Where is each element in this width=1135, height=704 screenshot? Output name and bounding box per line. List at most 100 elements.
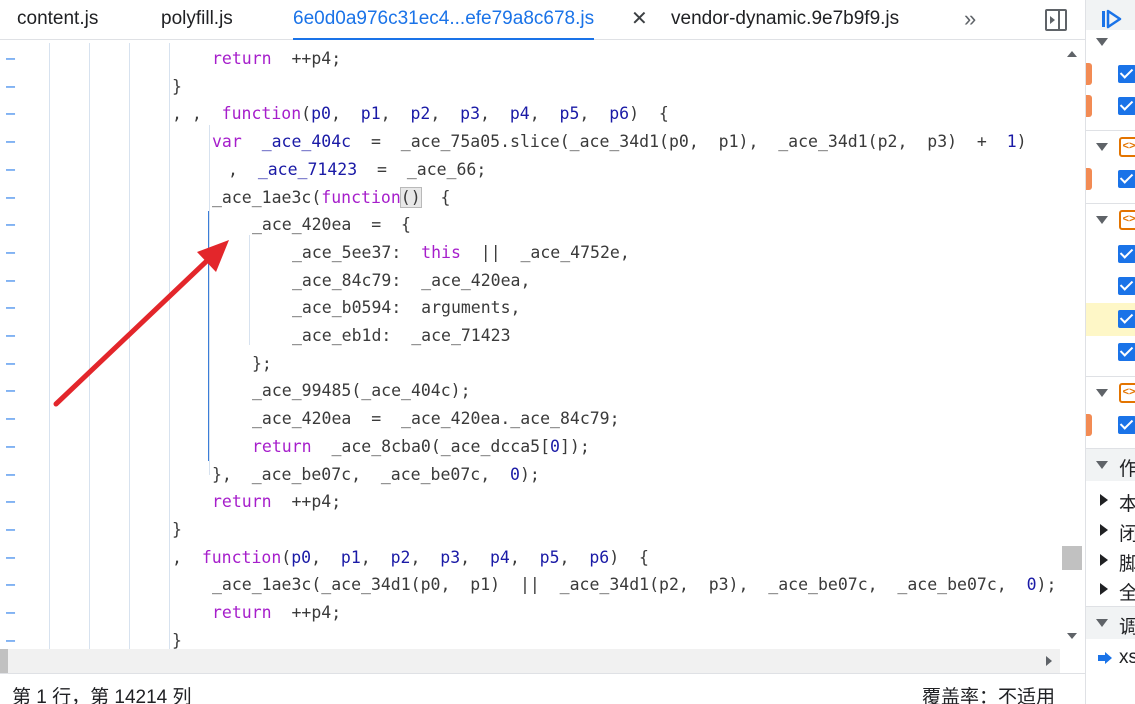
scope-item[interactable]: 全 — [1086, 574, 1135, 604]
code-line[interactable]: – return ++p4; — [0, 599, 1060, 626]
code-line[interactable]: – return _ace_8cba0(_ace_dcca5[0]); — [0, 433, 1060, 460]
line-gutter-marker[interactable]: – — [6, 322, 15, 349]
breakpoint-row[interactable] — [1086, 409, 1135, 442]
tab-content-js[interactable]: content.js — [17, 0, 98, 40]
tab-active-script[interactable]: 6e0d0a976c31ec4...efe79a8c678.js — [293, 0, 595, 40]
line-gutter-marker[interactable]: – — [6, 377, 15, 404]
line-gutter-marker[interactable]: – — [6, 571, 15, 598]
line-gutter-marker[interactable]: – — [6, 294, 15, 321]
line-gutter-marker[interactable]: – — [6, 267, 15, 294]
breakpoint-checkbox[interactable] — [1118, 170, 1135, 188]
code-line[interactable]: – return ++p4; — [0, 45, 1060, 72]
line-gutter-marker[interactable]: – — [6, 73, 15, 100]
breakpoint-checkbox[interactable] — [1118, 65, 1135, 83]
code-line[interactable]: – _ace_eb1d: _ace_71423 — [0, 322, 1060, 349]
cursor-position[interactable]: 第 1 行，第 14214 列 — [12, 682, 192, 704]
code-line[interactable]: –} — [0, 516, 1060, 543]
vertical-scroll-thumb[interactable] — [1062, 546, 1082, 570]
line-gutter-marker[interactable]: – — [6, 239, 15, 266]
code-line[interactable]: – _ace_84c79: _ace_420ea, — [0, 267, 1060, 294]
line-gutter-marker[interactable]: – — [6, 156, 15, 183]
breakpoint-row[interactable] — [1086, 238, 1135, 271]
code-line[interactable]: – return ++p4; — [0, 488, 1060, 515]
line-gutter-marker[interactable]: – — [6, 128, 15, 155]
expand-triangle-icon[interactable] — [1100, 494, 1108, 506]
scroll-down-arrow-icon[interactable] — [1067, 633, 1077, 639]
breakpoint-checkbox[interactable] — [1118, 97, 1135, 115]
code-line[interactable]: – _ace_b0594: arguments, — [0, 294, 1060, 321]
breakpoint-row[interactable] — [1086, 163, 1135, 196]
collapse-triangle-icon[interactable] — [1096, 619, 1108, 627]
code-line[interactable]: –}, _ace_be07c, _ace_be07c, 0); — [0, 461, 1060, 488]
code-line[interactable]: –, function(p0, p1, p2, p3, p4, p5, p6) … — [0, 544, 1060, 571]
line-gutter-marker[interactable]: – — [6, 433, 15, 460]
breakpoint-row[interactable] — [1086, 90, 1135, 123]
expand-triangle-icon[interactable] — [1100, 554, 1108, 566]
expand-triangle-icon[interactable] — [1096, 389, 1108, 397]
horizontal-scroll-thumb[interactable] — [0, 649, 8, 673]
breakpoint-file-group[interactable]: <> — [1086, 130, 1135, 163]
code-line[interactable]: –}; — [0, 350, 1060, 377]
breakpoint-checkbox[interactable] — [1118, 277, 1135, 295]
coverage-status[interactable]: 覆盖率：不适用 — [922, 682, 1055, 704]
toggle-debugger-sidebar-icon[interactable] — [1045, 9, 1067, 31]
breakpoint-row[interactable] — [1086, 58, 1135, 91]
expand-triangle-icon[interactable] — [1096, 38, 1108, 46]
code-line[interactable]: –} — [0, 627, 1060, 649]
line-gutter-marker[interactable]: – — [6, 488, 15, 515]
line-gutter-marker[interactable]: – — [6, 461, 15, 488]
expand-triangle-icon[interactable] — [1100, 524, 1108, 536]
breakpoint-file-group[interactable]: <> — [1086, 376, 1135, 409]
line-gutter-marker[interactable]: – — [6, 211, 15, 238]
code-text: } — [172, 73, 182, 100]
breakpoint-file-group[interactable]: <> — [1086, 203, 1135, 236]
code-line[interactable]: – _ace_420ea = { — [0, 211, 1060, 238]
resume-script-icon[interactable] — [1100, 9, 1122, 29]
line-gutter-marker[interactable]: – — [6, 350, 15, 377]
breakpoint-checkbox[interactable] — [1118, 245, 1135, 263]
expand-triangle-icon[interactable] — [1096, 216, 1108, 224]
breakpoint-row[interactable] — [1086, 270, 1135, 303]
line-gutter-marker[interactable]: – — [6, 599, 15, 626]
code-line[interactable]: – _ace_420ea = _ace_420ea._ace_84c79; — [0, 405, 1060, 432]
line-gutter-marker[interactable]: – — [6, 184, 15, 211]
code-line[interactable]: –, _ace_71423 = _ace_66; — [0, 156, 1060, 183]
code-line[interactable]: – _ace_99485(_ace_404c); — [0, 377, 1060, 404]
breakpoint-checkbox[interactable] — [1118, 343, 1135, 361]
breakpoint-checkbox[interactable] — [1118, 416, 1135, 434]
code-line[interactable]: – _ace_1ae3c(function() { — [0, 184, 1060, 211]
scope-item[interactable]: 脚 — [1086, 545, 1135, 575]
code-line[interactable]: – var _ace_404c = _ace_75a05.slice(_ace_3… — [0, 128, 1060, 155]
callstack-section-header[interactable]: 调 — [1086, 606, 1135, 639]
scope-item[interactable]: 本 — [1086, 485, 1135, 515]
line-gutter-marker[interactable]: – — [6, 627, 15, 649]
expand-triangle-icon[interactable] — [1100, 583, 1108, 595]
scroll-right-arrow-icon[interactable] — [1046, 656, 1052, 666]
close-tab-icon[interactable]: ✕ — [631, 0, 648, 38]
breakpoint-checkbox[interactable] — [1118, 310, 1135, 328]
code-line[interactable]: – , , function(p0, p1, p2, p3, p4, p5, p6… — [0, 100, 1060, 127]
line-gutter-marker[interactable]: – — [6, 405, 15, 432]
collapse-triangle-icon[interactable] — [1096, 461, 1108, 469]
breakpoint-file-group[interactable] — [1086, 30, 1135, 52]
scroll-up-arrow-icon[interactable] — [1067, 51, 1077, 57]
scope-section-header[interactable]: 作 — [1086, 448, 1135, 481]
callstack-frame[interactable]: xs — [1086, 642, 1135, 672]
horizontal-scrollbar[interactable] — [0, 649, 1060, 673]
breakpoint-row[interactable] — [1086, 336, 1135, 369]
expand-triangle-icon[interactable] — [1096, 143, 1108, 151]
line-gutter-marker[interactable]: – — [6, 544, 15, 571]
line-gutter-marker[interactable]: – — [6, 100, 15, 127]
tab-polyfill-js[interactable]: polyfill.js — [161, 0, 233, 40]
scope-item[interactable]: 闭 — [1086, 515, 1135, 545]
tab-vendor-dynamic-js[interactable]: vendor-dynamic.9e7b9f9.js — [671, 0, 899, 40]
code-line[interactable]: – _ace_5ee37: this || _ace_4752e, — [0, 239, 1060, 266]
code-line[interactable]: – _ace_1ae3c(_ace_34d1(p0, p1) || _ace_34… — [0, 571, 1060, 598]
code-line[interactable]: –} — [0, 73, 1060, 100]
vertical-scrollbar[interactable] — [1060, 43, 1084, 649]
breakpoint-row-current[interactable] — [1086, 303, 1135, 336]
more-tabs-chevron-icon[interactable]: » — [964, 0, 976, 38]
code-editor[interactable]: – return ++p4; –} –, , function(p0, p1, p2,… — [0, 43, 1060, 649]
line-gutter-marker[interactable]: – — [6, 516, 15, 543]
line-gutter-marker[interactable]: – — [6, 45, 15, 72]
